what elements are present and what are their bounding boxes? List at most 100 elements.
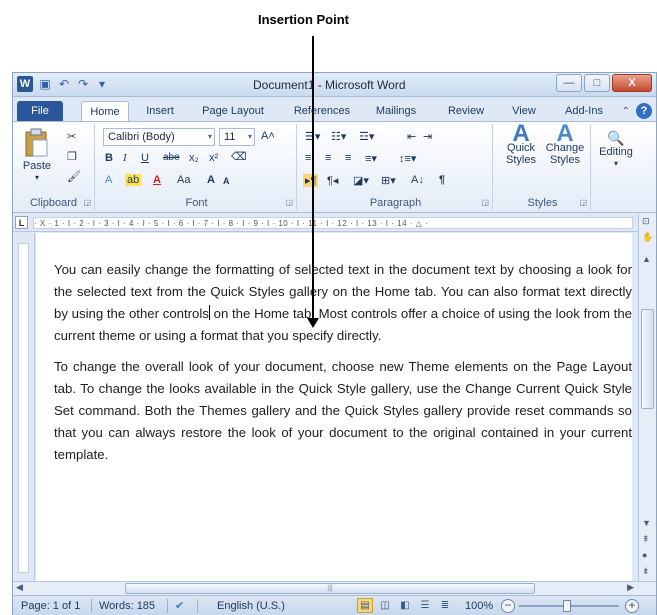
outline-view-icon[interactable]: ☰ [417,598,433,613]
change-styles-button[interactable]: A Change Styles [543,122,587,167]
grow-font-button[interactable]: A [207,174,215,186]
tab-page-layout[interactable]: Page Layout [197,101,269,121]
customize-qat-icon[interactable]: ▾ [95,77,109,91]
insertion-point-callout: Insertion Point [0,0,657,78]
line-spacing-icon[interactable]: ↕≡▾ [399,152,416,165]
underline-button[interactable]: U [141,152,149,164]
cut-icon[interactable]: ✂ [67,130,76,143]
font-name-combo[interactable]: Calibri (Body) ▾ [103,128,215,146]
pan-icon[interactable]: ✋ [642,232,653,243]
view-ruler-icon[interactable]: ⊡ [642,216,650,227]
clear-formatting-icon[interactable]: ⌫ [231,150,247,163]
ribbon-tabs: File Home Insert Page Layout References … [13,97,656,121]
tab-add-ins[interactable]: Add-Ins [559,101,609,121]
strikethrough-button[interactable]: abe [163,152,180,163]
vertical-scroll-thumb[interactable] [641,309,654,409]
clipboard-launcher-icon[interactable]: ◲ [83,198,91,207]
zoom-slider-thumb[interactable] [563,600,571,612]
editing-dropdown-icon[interactable]: ▾ [595,158,637,170]
paste-dropdown-icon[interactable]: ▾ [19,172,55,184]
paste-button[interactable]: Paste ▾ [19,128,55,184]
web-layout-view-icon[interactable]: ◧ [397,598,413,613]
tab-selector[interactable]: L [15,216,28,229]
scroll-down-icon[interactable]: ▼ [642,518,651,528]
tab-insert[interactable]: Insert [139,101,181,121]
tab-file[interactable]: File [17,101,63,121]
help-icon[interactable]: ? [636,103,652,119]
align-center-icon[interactable]: ≡ [325,152,331,164]
sort-button[interactable]: A↓ [411,174,424,186]
editing-button[interactable]: 🔍 Editing ▾ [595,131,637,170]
browse-object-icon[interactable]: ● [642,550,647,560]
font-color-icon[interactable]: A [153,174,161,186]
zoom-out-button[interactable]: − [501,599,515,613]
rtl-direction-icon[interactable]: ¶◂ [327,174,338,187]
zoom-in-button[interactable]: + [625,599,639,613]
close-button[interactable]: X [612,74,652,92]
decrease-indent-icon[interactable]: ⇤ [407,130,416,143]
next-page-icon[interactable]: ⇟ [642,566,650,577]
tab-review[interactable]: Review [443,101,489,121]
vertical-scrollbar[interactable]: ⊡ ✋ ▲ ▼ ⇞ ● ⇟ [638,214,656,581]
horizontal-scrollbar[interactable]: ◀ ||| ▶ [13,581,656,595]
borders-icon[interactable]: ⊞▾ [381,174,396,187]
proofing-icon[interactable]: ✔ [175,599,184,613]
increase-indent-icon[interactable]: ⇥ [423,130,432,143]
maximize-button[interactable]: □ [584,74,610,92]
zoom-level[interactable]: 100% [465,599,493,613]
tab-references[interactable]: References [289,101,355,121]
justify-icon[interactable]: ≡▾ [365,152,377,165]
save-icon[interactable]: ▣ [38,77,52,91]
undo-icon[interactable]: ↶ [57,77,71,91]
shrink-font-button[interactable]: A [223,176,230,186]
horizontal-scroll-thumb[interactable]: ||| [125,583,535,594]
numbering-icon[interactable]: ☷▾ [331,130,346,143]
superscript-button[interactable]: x² [209,152,218,164]
grow-font-icon[interactable]: A˄ [261,130,275,142]
format-painter-icon[interactable]: 🖌 [67,170,81,183]
redo-icon[interactable]: ↷ [76,77,90,91]
text-effects-icon[interactable]: A [105,174,112,186]
word-app-icon[interactable]: W [17,76,33,92]
scroll-right-icon[interactable]: ▶ [627,582,634,593]
paragraph-1[interactable]: You can easily change the formatting of … [54,259,632,347]
font-launcher-icon[interactable]: ◲ [285,198,293,207]
minimize-button[interactable]: — [556,74,582,92]
full-screen-reading-view-icon[interactable]: ◫ [377,598,393,613]
show-hide-button[interactable]: ¶ [439,174,445,186]
tab-view[interactable]: View [507,101,541,121]
draft-view-icon[interactable]: ≣ [437,598,453,613]
font-name-dropdown-icon[interactable]: ▾ [208,129,212,145]
tab-home[interactable]: Home [81,101,129,121]
change-case-button[interactable]: Aa [177,174,190,186]
styles-launcher-icon[interactable]: ◲ [579,198,587,207]
highlight-color-icon[interactable]: ab [125,174,142,186]
align-left-icon[interactable]: ≡ [305,152,311,164]
vertical-ruler-scale[interactable] [18,243,29,573]
print-layout-view-icon[interactable]: ▤ [357,598,373,613]
italic-button[interactable]: I [123,152,127,164]
paragraph-2[interactable]: To change the overall look of your docum… [54,356,632,466]
ruler-scale[interactable]: · X · 1 · I · 2 · I · 3 · I · 4 · I · 5 … [33,217,633,229]
quick-styles-button[interactable]: A Quick Styles [501,122,541,167]
paragraph-launcher-icon[interactable]: ◲ [481,198,489,207]
subscript-button[interactable]: x₂ [189,152,199,164]
font-size-dropdown-icon[interactable]: ▾ [248,129,252,145]
minimize-ribbon-icon[interactable]: ⌃ [622,106,630,117]
shading-icon[interactable]: ◪▾ [353,174,369,187]
scroll-left-icon[interactable]: ◀ [16,582,23,593]
previous-page-icon[interactable]: ⇞ [642,534,650,545]
copy-icon[interactable]: ❐ [67,150,77,163]
language-indicator[interactable]: English (U.S.) [217,599,285,613]
document-body[interactable]: You can easily change the formatting of … [54,259,632,475]
tab-mailings[interactable]: Mailings [369,101,423,121]
bold-button[interactable]: B [105,152,113,164]
multilevel-list-icon[interactable]: ☲▾ [359,130,374,143]
page-count[interactable]: Page: 1 of 1 [21,599,80,613]
font-size-combo[interactable]: 11 ▾ [219,128,255,146]
align-right-icon[interactable]: ≡ [345,152,351,164]
scroll-up-icon[interactable]: ▲ [642,254,651,264]
document-page[interactable]: You can easily change the formatting of … [36,233,632,581]
word-count[interactable]: Words: 185 [99,599,155,613]
ltr-direction-icon[interactable]: ▸¶ [303,174,319,187]
